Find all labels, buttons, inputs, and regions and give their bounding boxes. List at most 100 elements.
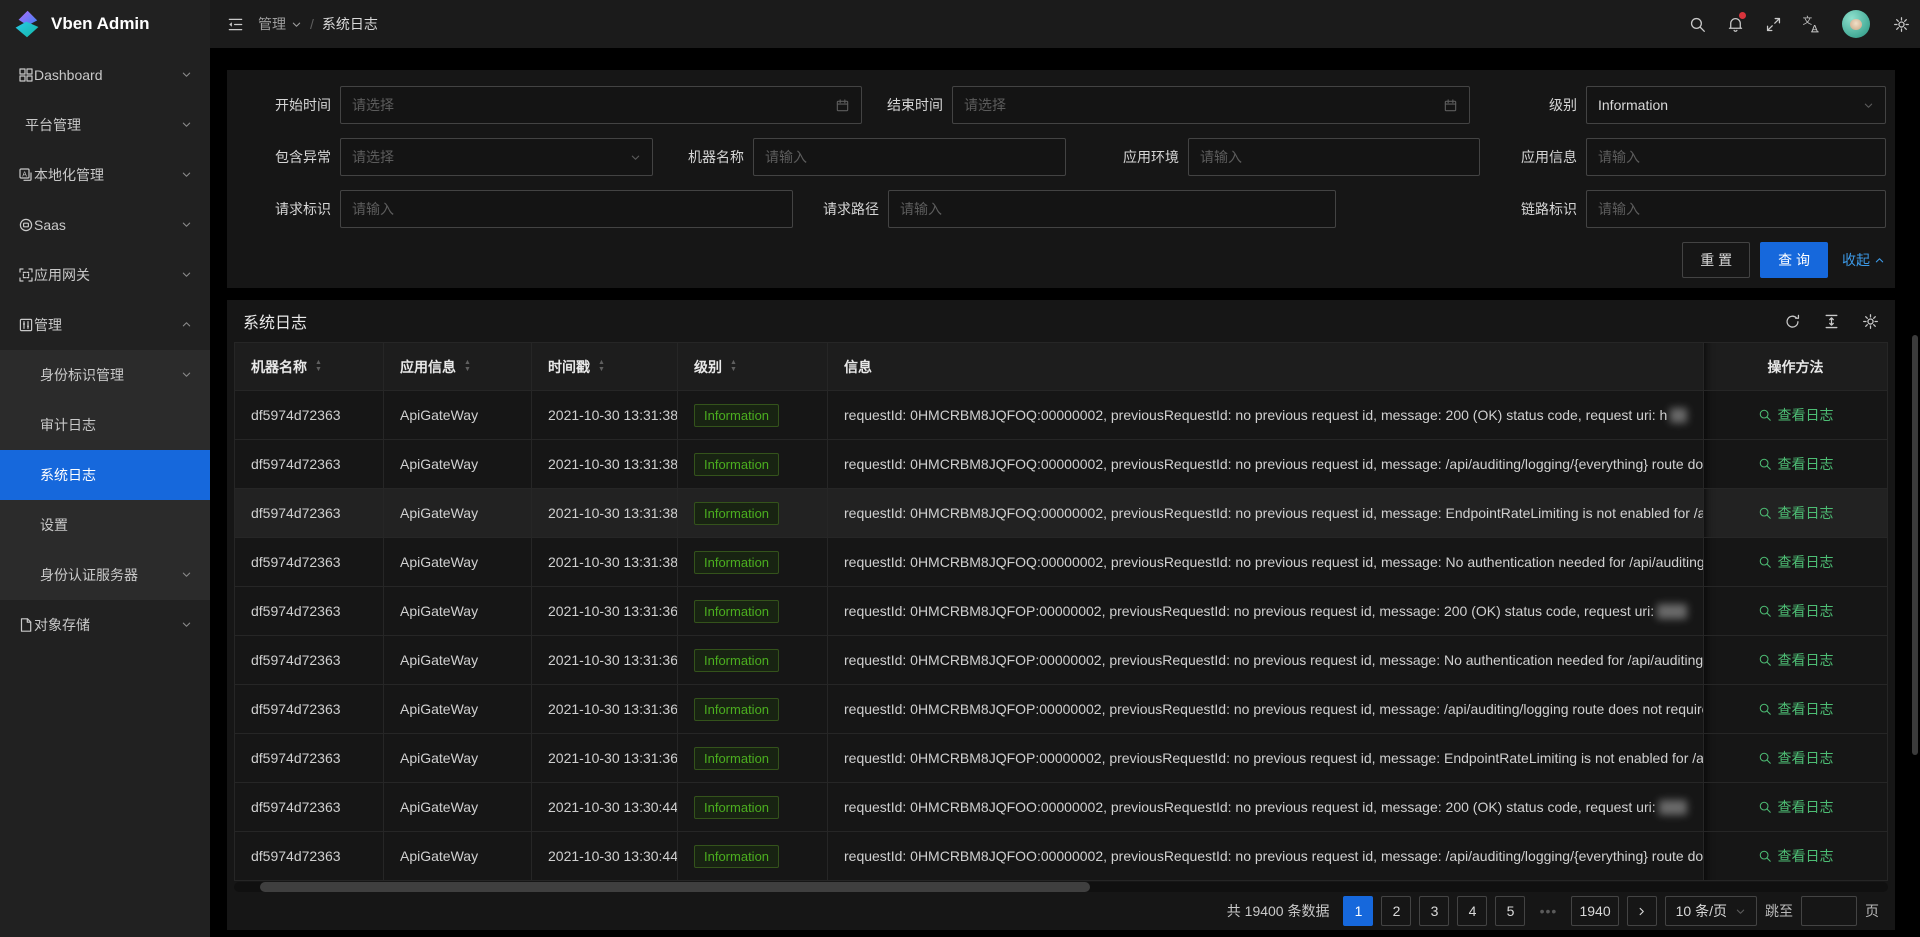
view-log-link[interactable]: 查看日志 [1758, 748, 1834, 768]
sidebar-item-localization-management[interactable]: A本地化管理 [0, 150, 210, 200]
sidebar-item-app-gateway[interactable]: 应用网关 [0, 250, 210, 300]
pagination-ellipsis[interactable]: ••• [1533, 903, 1563, 919]
collapse-link[interactable]: 收起 [1842, 250, 1885, 270]
column-height-icon[interactable] [1823, 313, 1840, 330]
sidebar-item-dashboard[interactable]: Dashboard [0, 50, 210, 100]
next-page-button[interactable] [1627, 896, 1657, 926]
query-button[interactable]: 查 询 [1760, 242, 1828, 278]
jump-page-input[interactable] [1801, 896, 1857, 926]
search-icon [1758, 506, 1772, 520]
sidebar-item-management[interactable]: 管理 [0, 300, 210, 350]
refresh-icon[interactable] [1784, 313, 1801, 330]
filter-row-1: 开始时间请选择结束时间请选择级别Information [227, 86, 1895, 124]
level-tag: Information [694, 600, 779, 623]
sidebar-item-saas[interactable]: Saas [0, 200, 210, 250]
sidebar-item-identity-management[interactable]: 身份标识管理 [0, 350, 210, 400]
column-header-timestamp[interactable]: 时间戳▲▼ [532, 343, 678, 390]
sidebar-item-label: 应用网关 [34, 265, 90, 285]
view-log-link[interactable]: 查看日志 [1758, 650, 1834, 670]
sidebar-item-system-log[interactable]: 系统日志 [0, 450, 210, 500]
start_time-placeholder: 请选择 [352, 95, 394, 115]
end_time-date-picker[interactable]: 请选择 [952, 86, 1470, 124]
level-select[interactable]: Information [1586, 86, 1886, 124]
cell-action: 查看日志 [1704, 440, 1887, 488]
table-settings-icon[interactable] [1862, 313, 1879, 330]
request_id-input[interactable] [340, 190, 793, 228]
column-header-level[interactable]: 级别▲▼ [678, 343, 828, 390]
app_env-input[interactable] [1188, 138, 1480, 176]
app-logo[interactable]: Vben Admin [0, 0, 210, 48]
view-log-link[interactable]: 查看日志 [1758, 846, 1834, 866]
column-header-machine[interactable]: 机器名称▲▼ [235, 343, 384, 390]
notification-bell-icon[interactable] [1716, 0, 1754, 48]
page-button-1940[interactable]: 1940 [1571, 896, 1618, 926]
table-row: df5974d72363ApiGateWay2021-10-30 13:31:3… [235, 538, 1887, 587]
level-tag: Information [694, 747, 779, 770]
page-button-5[interactable]: 5 [1495, 896, 1525, 926]
menu-fold-icon[interactable] [210, 16, 258, 33]
chevron-down-icon [181, 119, 192, 130]
submenu-management: 身份标识管理审计日志系统日志设置身份认证服务器 [0, 350, 210, 600]
sidebar-item-settings[interactable]: 设置 [0, 500, 210, 550]
saas-icon [18, 217, 34, 233]
view-log-link[interactable]: 查看日志 [1758, 601, 1834, 621]
request_id-label: 请求标识 [210, 199, 340, 219]
cell-machine: df5974d72363 [235, 391, 384, 439]
page-button-2[interactable]: 2 [1381, 896, 1411, 926]
sidebar-item-platform-management[interactable]: 平台管理 [0, 100, 210, 150]
view-log-link[interactable]: 查看日志 [1758, 454, 1834, 474]
search-icon[interactable] [1678, 0, 1716, 48]
view-log-link[interactable]: 查看日志 [1758, 405, 1834, 425]
start_time-date-picker[interactable]: 请选择 [340, 86, 862, 124]
page-button-4[interactable]: 4 [1457, 896, 1487, 926]
page-size-select[interactable]: 10 条/页 [1665, 896, 1757, 926]
app_info-input[interactable] [1586, 138, 1886, 176]
cell-timestamp: 2021-10-30 13:31:36 [532, 636, 678, 684]
request_path-label: 请求路径 [758, 199, 888, 219]
page-button-3[interactable]: 3 [1419, 896, 1449, 926]
trace_id-input[interactable] [1586, 190, 1886, 228]
search-icon [1758, 751, 1772, 765]
view-log-link[interactable]: 查看日志 [1758, 797, 1834, 817]
level-tag: Information [694, 502, 779, 525]
settings-gear-icon[interactable] [1882, 0, 1920, 48]
has_exception-select[interactable]: 请选择 [340, 138, 653, 176]
view-log-link[interactable]: 查看日志 [1758, 552, 1834, 572]
cell-level: Information [678, 734, 828, 782]
translate-icon[interactable]: 文A [1792, 0, 1830, 48]
page-content: 开始时间请选择结束时间请选择级别Information包含异常请选择机器名称应用… [210, 48, 1920, 937]
column-header-app[interactable]: 应用信息▲▼ [384, 343, 532, 390]
table-row: df5974d72363ApiGateWay2021-10-30 13:30:4… [235, 783, 1887, 832]
log-table: 机器名称▲▼应用信息▲▼时间戳▲▼级别▲▼信息操作方法df5974d72363A… [234, 342, 1888, 881]
sidebar: Vben Admin Dashboard 平台管理A本地化管理Saas 应用网关管理… [0, 0, 210, 937]
has_exception-label: 包含异常 [210, 147, 340, 167]
view-log-link[interactable]: 查看日志 [1758, 699, 1834, 719]
cell-action: 查看日志 [1704, 636, 1887, 684]
view-log-link[interactable]: 查看日志 [1758, 503, 1834, 523]
table-toolbar [1784, 313, 1879, 330]
sidebar-item-audit-log[interactable]: 审计日志 [0, 400, 210, 450]
sidebar-item-label: Dashboard [34, 67, 103, 83]
machine_name-input[interactable] [753, 138, 1066, 176]
top-header: 管理 / 系统日志 文A [210, 0, 1920, 48]
log-message: requestId: 0HMCRBM8JQFOO:00000002, previ… [844, 848, 1704, 864]
user-avatar[interactable] [1842, 10, 1870, 38]
cell-app: ApiGateWay [384, 832, 532, 880]
table-header-row: 机器名称▲▼应用信息▲▼时间戳▲▼级别▲▼信息操作方法 [235, 343, 1887, 391]
page-button-1[interactable]: 1 [1343, 896, 1373, 926]
sidebar-item-object-storage[interactable]: 对象存储 [0, 600, 210, 650]
log-message: requestId: 0HMCRBM8JQFOQ:00000002, previ… [844, 554, 1704, 570]
vertical-scrollbar-thumb[interactable] [1912, 335, 1918, 755]
horizontal-scrollbar-thumb[interactable] [260, 882, 1090, 892]
request_path-input[interactable] [888, 190, 1336, 228]
reset-button[interactable]: 重 置 [1682, 242, 1750, 278]
breadcrumb-section[interactable]: 管理 [258, 14, 302, 34]
cell-timestamp: 2021-10-30 13:31:36 [532, 734, 678, 782]
fullscreen-icon[interactable] [1754, 0, 1792, 48]
pagination-total: 共 19400 条数据 [1227, 901, 1330, 921]
search-icon [1758, 849, 1772, 863]
cell-app: ApiGateWay [384, 440, 532, 488]
sidebar-item-auth-server[interactable]: 身份认证服务器 [0, 550, 210, 600]
table-row: df5974d72363ApiGateWay2021-10-30 13:31:3… [235, 489, 1887, 538]
column-header-message: 信息 [828, 343, 1704, 390]
